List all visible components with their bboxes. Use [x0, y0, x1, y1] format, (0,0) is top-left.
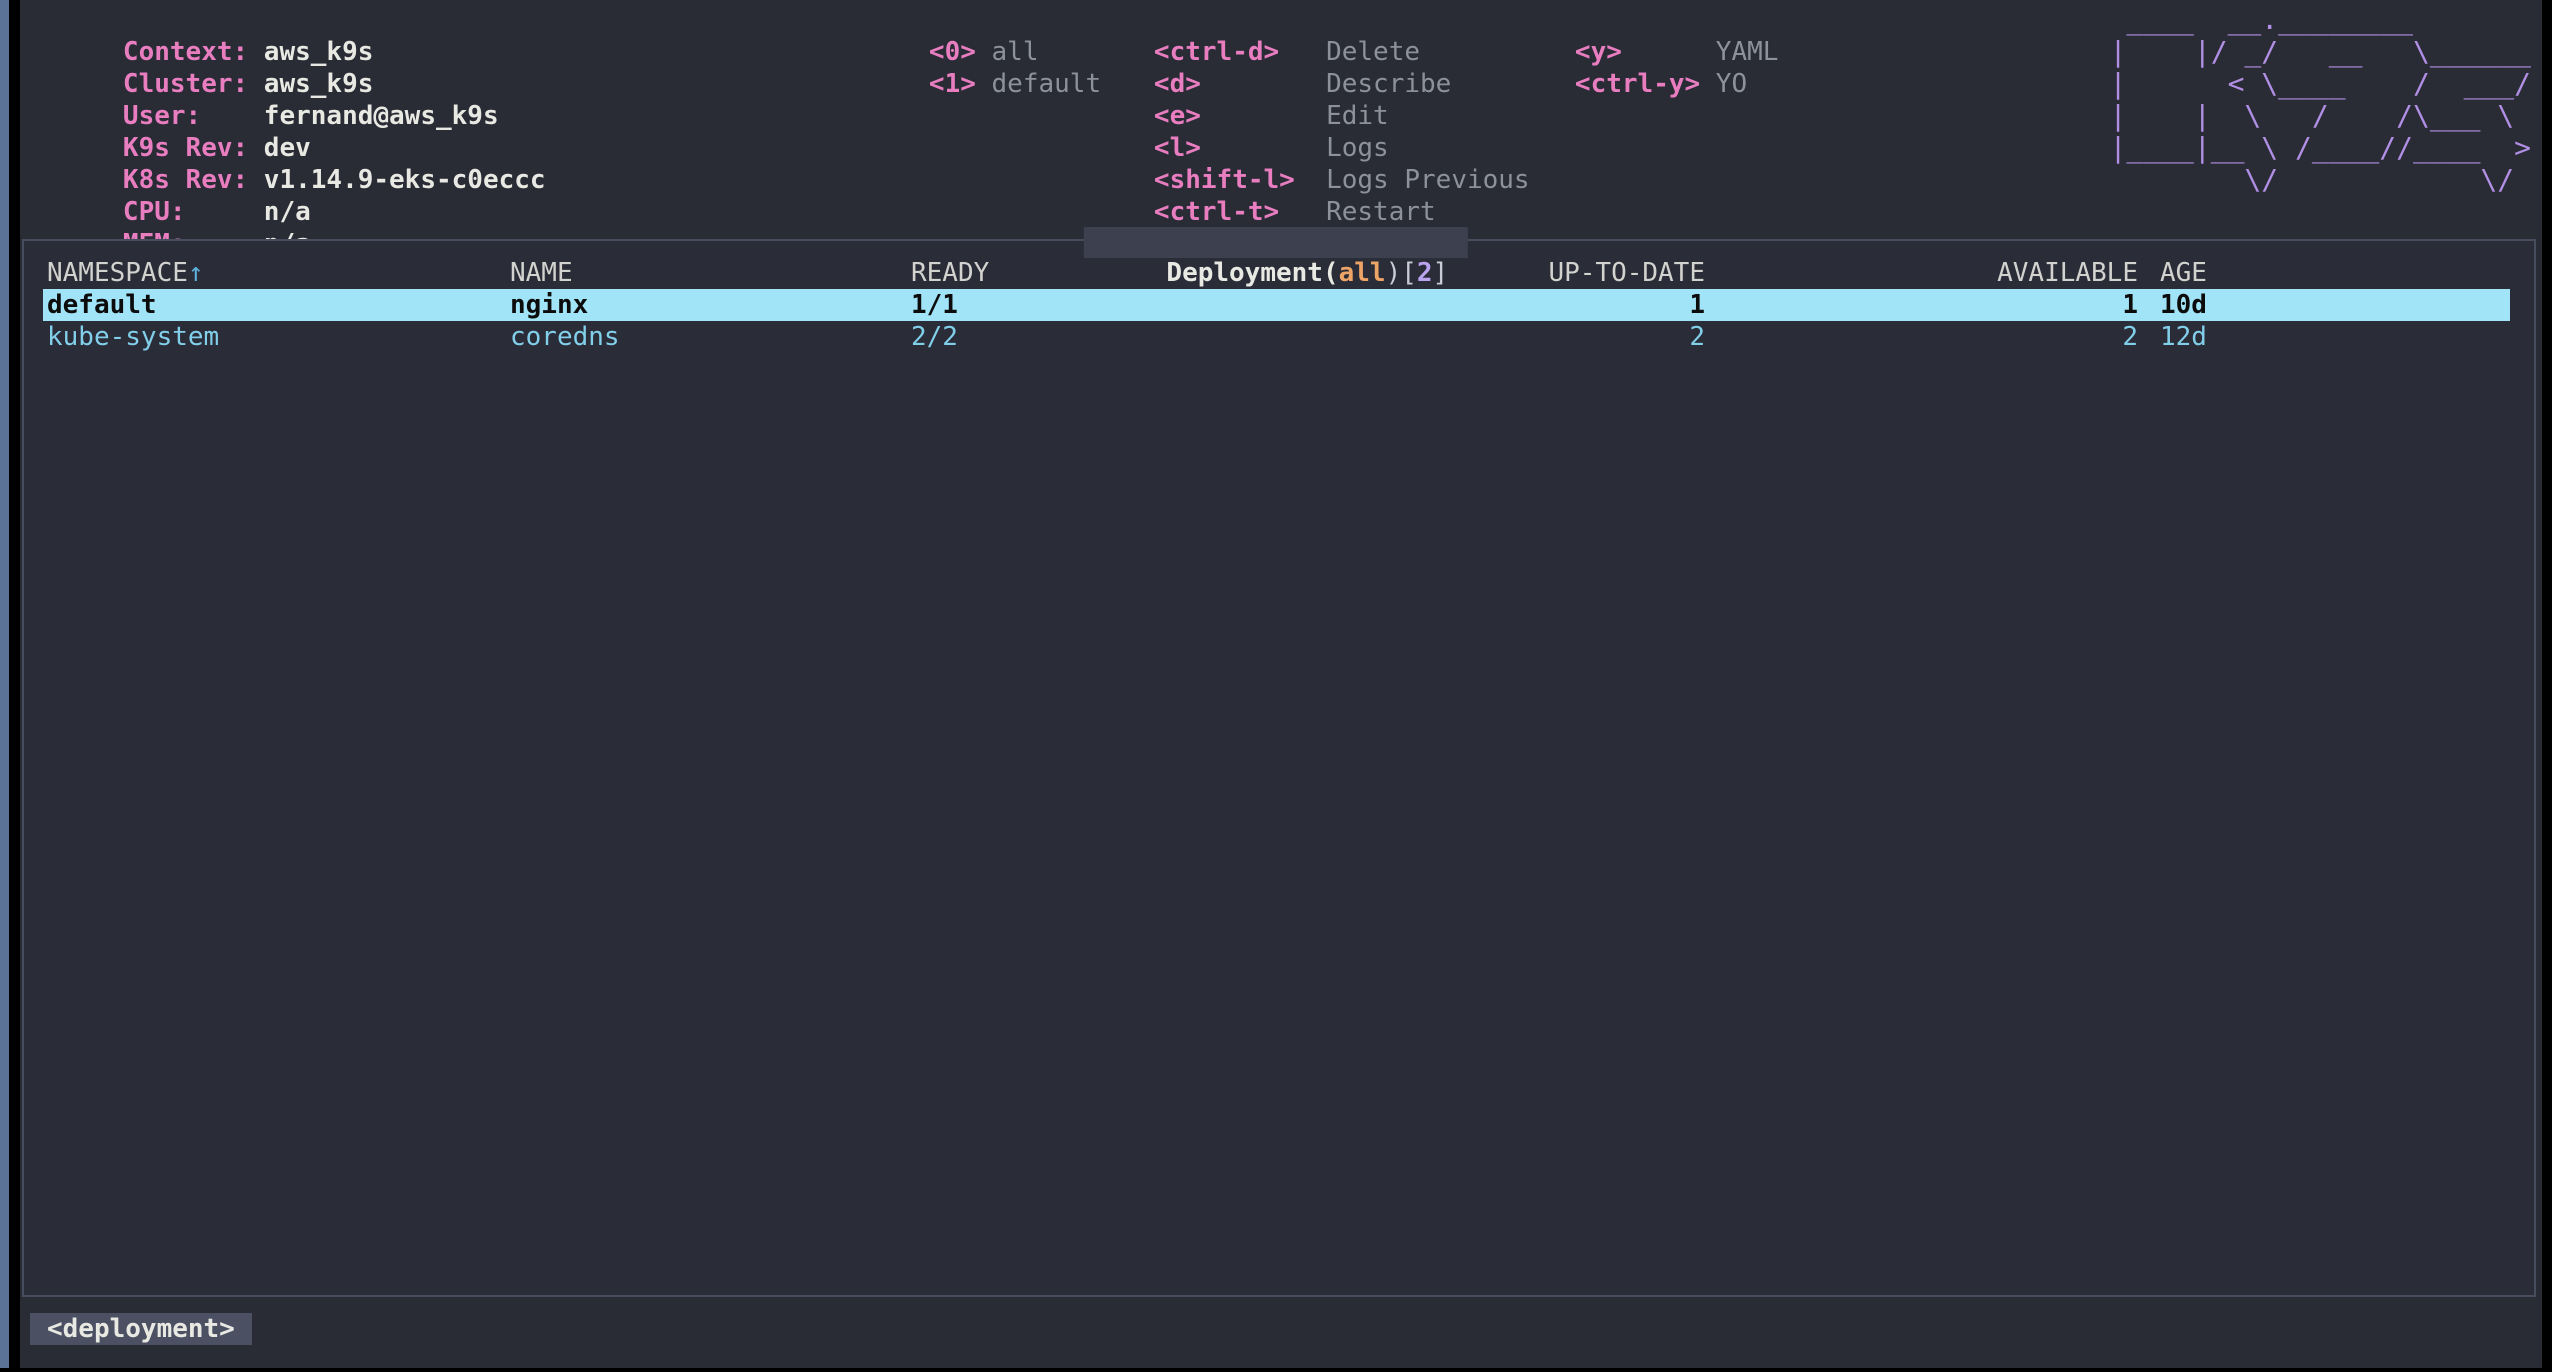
hotkey-key: <y> [1575, 36, 1716, 68]
k9s-terminal: Context:aws_k9s Cluster:aws_k9s User:fer… [0, 0, 2552, 1372]
window-edge-right [2542, 0, 2552, 1372]
table-title-paren-open: ( [1323, 258, 1339, 288]
hotkey-delete: <ctrl-d>Delete [1060, 4, 1530, 36]
cell-available: 1 [1705, 289, 2138, 321]
window-edge-left [0, 0, 9, 1372]
table-title-bracket-open: [ [1401, 258, 1417, 288]
hotkey-yaml: <y>YAML [1481, 4, 1778, 36]
info-label: K8s Rev: [123, 164, 264, 196]
column-header-age: AGE [2138, 257, 2510, 289]
cell-ready: 1/1 [911, 289, 1231, 321]
info-label: CPU: [123, 196, 264, 228]
hotkey-label: Edit [1326, 101, 1389, 131]
table-row-nginx[interactable]: default nginx 1/1 1 1 10d [43, 289, 2510, 321]
hotkey-label: all [992, 37, 1039, 67]
cell-age: 12d [2138, 321, 2510, 353]
breadcrumb-deployment: <deployment> [30, 1313, 252, 1345]
info-label: Cluster: [123, 68, 264, 100]
info-value: aws_k9s [264, 37, 374, 67]
info-value: dev [264, 133, 311, 163]
breadcrumb: <deployment> [30, 1313, 252, 1345]
hotkey-key: <0> [929, 36, 992, 68]
cell-namespace: kube-system [47, 321, 510, 353]
cluster-info-panel: Context:aws_k9s Cluster:aws_k9s User:fer… [29, 4, 546, 228]
cell-up-to-date: 1 [1231, 289, 1705, 321]
resource-table-frame [22, 239, 2536, 1297]
hotkey-key: <ctrl-t> [1154, 196, 1326, 228]
info-row-context: Context:aws_k9s [29, 4, 546, 36]
table-title-namespace: all [1339, 258, 1386, 288]
hotkey-key: <1> [929, 68, 992, 100]
logo-line: | < \____ / ___/ [2110, 68, 2531, 100]
column-header-available: AVAILABLE [1705, 257, 2138, 289]
hotkey-label: YO [1716, 69, 1747, 99]
logo-line: \/ \/ [2110, 164, 2531, 196]
hotkey-key: <ctrl-y> [1575, 68, 1716, 100]
resource-table-title: Deployment(all)[2] [1084, 227, 1468, 258]
hotkey-key: <l> [1154, 132, 1326, 164]
info-value: aws_k9s [264, 69, 374, 99]
hotkey-key: <e> [1154, 100, 1326, 132]
table-title-bracket-close: ] [1433, 258, 1449, 288]
hotkey-key: <ctrl-d> [1154, 36, 1326, 68]
cell-available: 2 [1705, 321, 2138, 353]
cell-age: 10d [2138, 289, 2510, 321]
window-edge-bottom [0, 1368, 2552, 1372]
hotkey-label: Logs Previous [1326, 165, 1530, 195]
hotkey-key: <shift-l> [1154, 164, 1326, 196]
cell-namespace: default [47, 289, 510, 321]
hotkey-label: Delete [1326, 37, 1420, 67]
info-label: Context: [123, 36, 264, 68]
table-title-paren-close: ) [1386, 258, 1402, 288]
cell-name: nginx [510, 289, 911, 321]
hotkey-label: Describe [1326, 69, 1451, 99]
table-row-coredns[interactable]: kube-system coredns 2/2 2 2 12d [43, 321, 2510, 353]
info-value: n/a [264, 197, 311, 227]
hotkeys-actions: <ctrl-d>Delete <d>Describe <e>Edit <l>Lo… [1060, 4, 1530, 228]
hotkey-label: YAML [1716, 37, 1779, 67]
k9s-logo: ____ __.________ | |/ _/ __ \______ | < … [2110, 4, 2531, 196]
table-title-resource: Deployment [1166, 258, 1323, 288]
info-value: v1.14.9-eks-c0eccc [264, 165, 546, 195]
cell-up-to-date: 2 [1231, 321, 1705, 353]
logo-line: |____|__ \ /____//____ > [2110, 132, 2531, 164]
column-header-namespace: NAMESPACE↑ [47, 257, 510, 289]
info-label: K9s Rev: [123, 132, 264, 164]
cell-ready: 2/2 [911, 321, 1231, 353]
info-value: fernand@aws_k9s [264, 101, 499, 131]
info-label: User: [123, 100, 264, 132]
hotkey-key: <d> [1154, 68, 1326, 100]
logo-line: | | \ / /\___ \ [2110, 100, 2531, 132]
window-gutter-left [9, 0, 20, 1372]
table-title-count: 2 [1417, 258, 1433, 288]
hotkeys-yaml: <y>YAML <ctrl-y>YO [1481, 4, 1778, 68]
logo-line: | |/ _/ __ \______ [2110, 36, 2531, 68]
hotkey-label: Logs [1326, 133, 1389, 163]
hotkey-label: Restart [1326, 197, 1436, 227]
sort-arrow-icon: ↑ [188, 258, 204, 288]
logo-line: ____ __.________ [2110, 4, 2531, 36]
column-header-name: NAME [510, 257, 911, 289]
cell-name: coredns [510, 321, 911, 353]
